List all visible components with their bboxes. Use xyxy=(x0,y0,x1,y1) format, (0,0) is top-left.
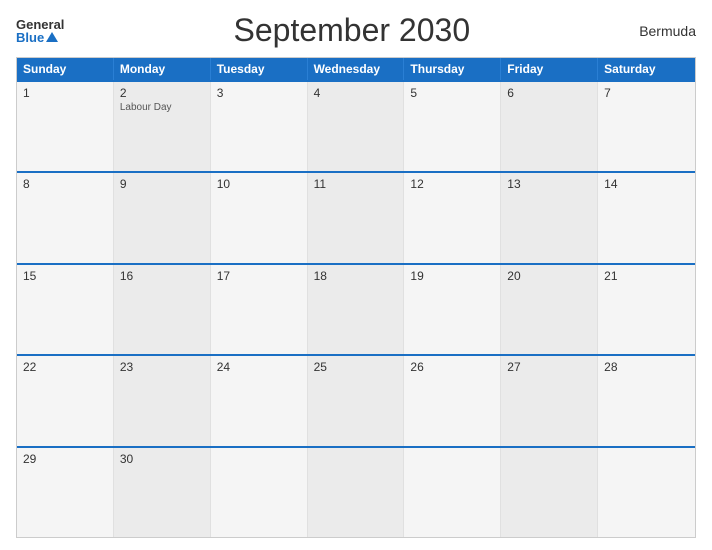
day-cell: 24 xyxy=(211,356,308,445)
day-number: 16 xyxy=(120,269,204,283)
day-header-monday: Monday xyxy=(114,58,211,80)
day-number: 11 xyxy=(314,177,398,191)
day-cell: 3 xyxy=(211,82,308,171)
day-number: 23 xyxy=(120,360,204,374)
day-header-wednesday: Wednesday xyxy=(308,58,405,80)
day-cell: 30 xyxy=(114,448,211,537)
day-number: 17 xyxy=(217,269,301,283)
day-header-tuesday: Tuesday xyxy=(211,58,308,80)
day-number: 1 xyxy=(23,86,107,100)
day-cell: 19 xyxy=(404,265,501,354)
day-cell xyxy=(308,448,405,537)
day-number: 18 xyxy=(314,269,398,283)
region-label: Bermuda xyxy=(639,23,696,39)
day-number: 20 xyxy=(507,269,591,283)
week-row-2: 89 10 11 12 13 14 xyxy=(17,171,695,262)
day-cell: 26 xyxy=(404,356,501,445)
day-cell: 6 xyxy=(501,82,598,171)
day-cell: 14 xyxy=(598,173,695,262)
day-cell: 5 xyxy=(404,82,501,171)
week-row-1: 12 Labour Day 34567 xyxy=(17,80,695,171)
day-cell: 12 xyxy=(404,173,501,262)
day-header-saturday: Saturday xyxy=(598,58,695,80)
day-number: 12 xyxy=(410,177,494,191)
day-number: 25 xyxy=(314,360,398,374)
calendar-page: General Blue September 2030 Bermuda Sund… xyxy=(0,0,712,550)
day-cell: 13 xyxy=(501,173,598,262)
calendar-title: September 2030 xyxy=(64,12,639,49)
day-cell: 20 xyxy=(501,265,598,354)
day-number: 2 xyxy=(120,86,204,100)
day-number: 29 xyxy=(23,452,107,466)
day-cell: 16 xyxy=(114,265,211,354)
logo: General Blue xyxy=(16,18,64,44)
day-number: 9 xyxy=(120,177,204,191)
day-cell: 27 xyxy=(501,356,598,445)
day-number: 13 xyxy=(507,177,591,191)
day-cell: 8 xyxy=(17,173,114,262)
day-cell: 18 xyxy=(308,265,405,354)
day-cell: 25 xyxy=(308,356,405,445)
weeks-container: 12Labour Day3456789101112131415161718192… xyxy=(17,80,695,537)
day-number: 22 xyxy=(23,360,107,374)
day-number: 30 xyxy=(120,452,204,466)
day-cell: 9 xyxy=(114,173,211,262)
day-number: 14 xyxy=(604,177,689,191)
day-cell xyxy=(598,448,695,537)
day-cell: 21 xyxy=(598,265,695,354)
day-cell: 17 xyxy=(211,265,308,354)
day-cell: 10 xyxy=(211,173,308,262)
day-header-sunday: Sunday xyxy=(17,58,114,80)
day-cell: 22 xyxy=(17,356,114,445)
logo-general-text: General xyxy=(16,18,64,31)
day-number: 28 xyxy=(604,360,689,374)
day-number: 6 xyxy=(507,86,591,100)
day-cell: 23 xyxy=(114,356,211,445)
day-number: 26 xyxy=(410,360,494,374)
logo-blue-text: Blue xyxy=(16,31,58,44)
week-row-5: 29 30 xyxy=(17,446,695,537)
day-number: 7 xyxy=(604,86,689,100)
day-cell: 4 xyxy=(308,82,405,171)
day-cell: 15 xyxy=(17,265,114,354)
day-cell: 29 xyxy=(17,448,114,537)
day-event: Labour Day xyxy=(120,102,204,113)
day-number: 5 xyxy=(410,86,494,100)
week-row-4: 22 23 24 25 26 27 28 xyxy=(17,354,695,445)
day-cell: 11 xyxy=(308,173,405,262)
day-cell xyxy=(211,448,308,537)
day-number: 4 xyxy=(314,86,398,100)
day-cell: 2 Labour Day xyxy=(114,82,211,171)
calendar-grid: SundayMondayTuesdayWednesdayThursdayFrid… xyxy=(16,57,696,538)
days-header: SundayMondayTuesdayWednesdayThursdayFrid… xyxy=(17,58,695,80)
day-number: 10 xyxy=(217,177,301,191)
day-cell: 1 xyxy=(17,82,114,171)
logo-triangle-icon xyxy=(46,32,58,42)
day-number: 21 xyxy=(604,269,689,283)
header: General Blue September 2030 Bermuda xyxy=(16,12,696,49)
week-row-3: 15 16 17 18 19 20 21 xyxy=(17,263,695,354)
day-number: 24 xyxy=(217,360,301,374)
day-number: 8 xyxy=(23,177,107,191)
day-number: 27 xyxy=(507,360,591,374)
day-number: 15 xyxy=(23,269,107,283)
day-cell: 28 xyxy=(598,356,695,445)
day-number: 3 xyxy=(217,86,301,100)
day-header-thursday: Thursday xyxy=(404,58,501,80)
day-cell: 7 xyxy=(598,82,695,171)
day-number: 19 xyxy=(410,269,494,283)
day-cell xyxy=(501,448,598,537)
day-header-friday: Friday xyxy=(501,58,598,80)
day-cell xyxy=(404,448,501,537)
